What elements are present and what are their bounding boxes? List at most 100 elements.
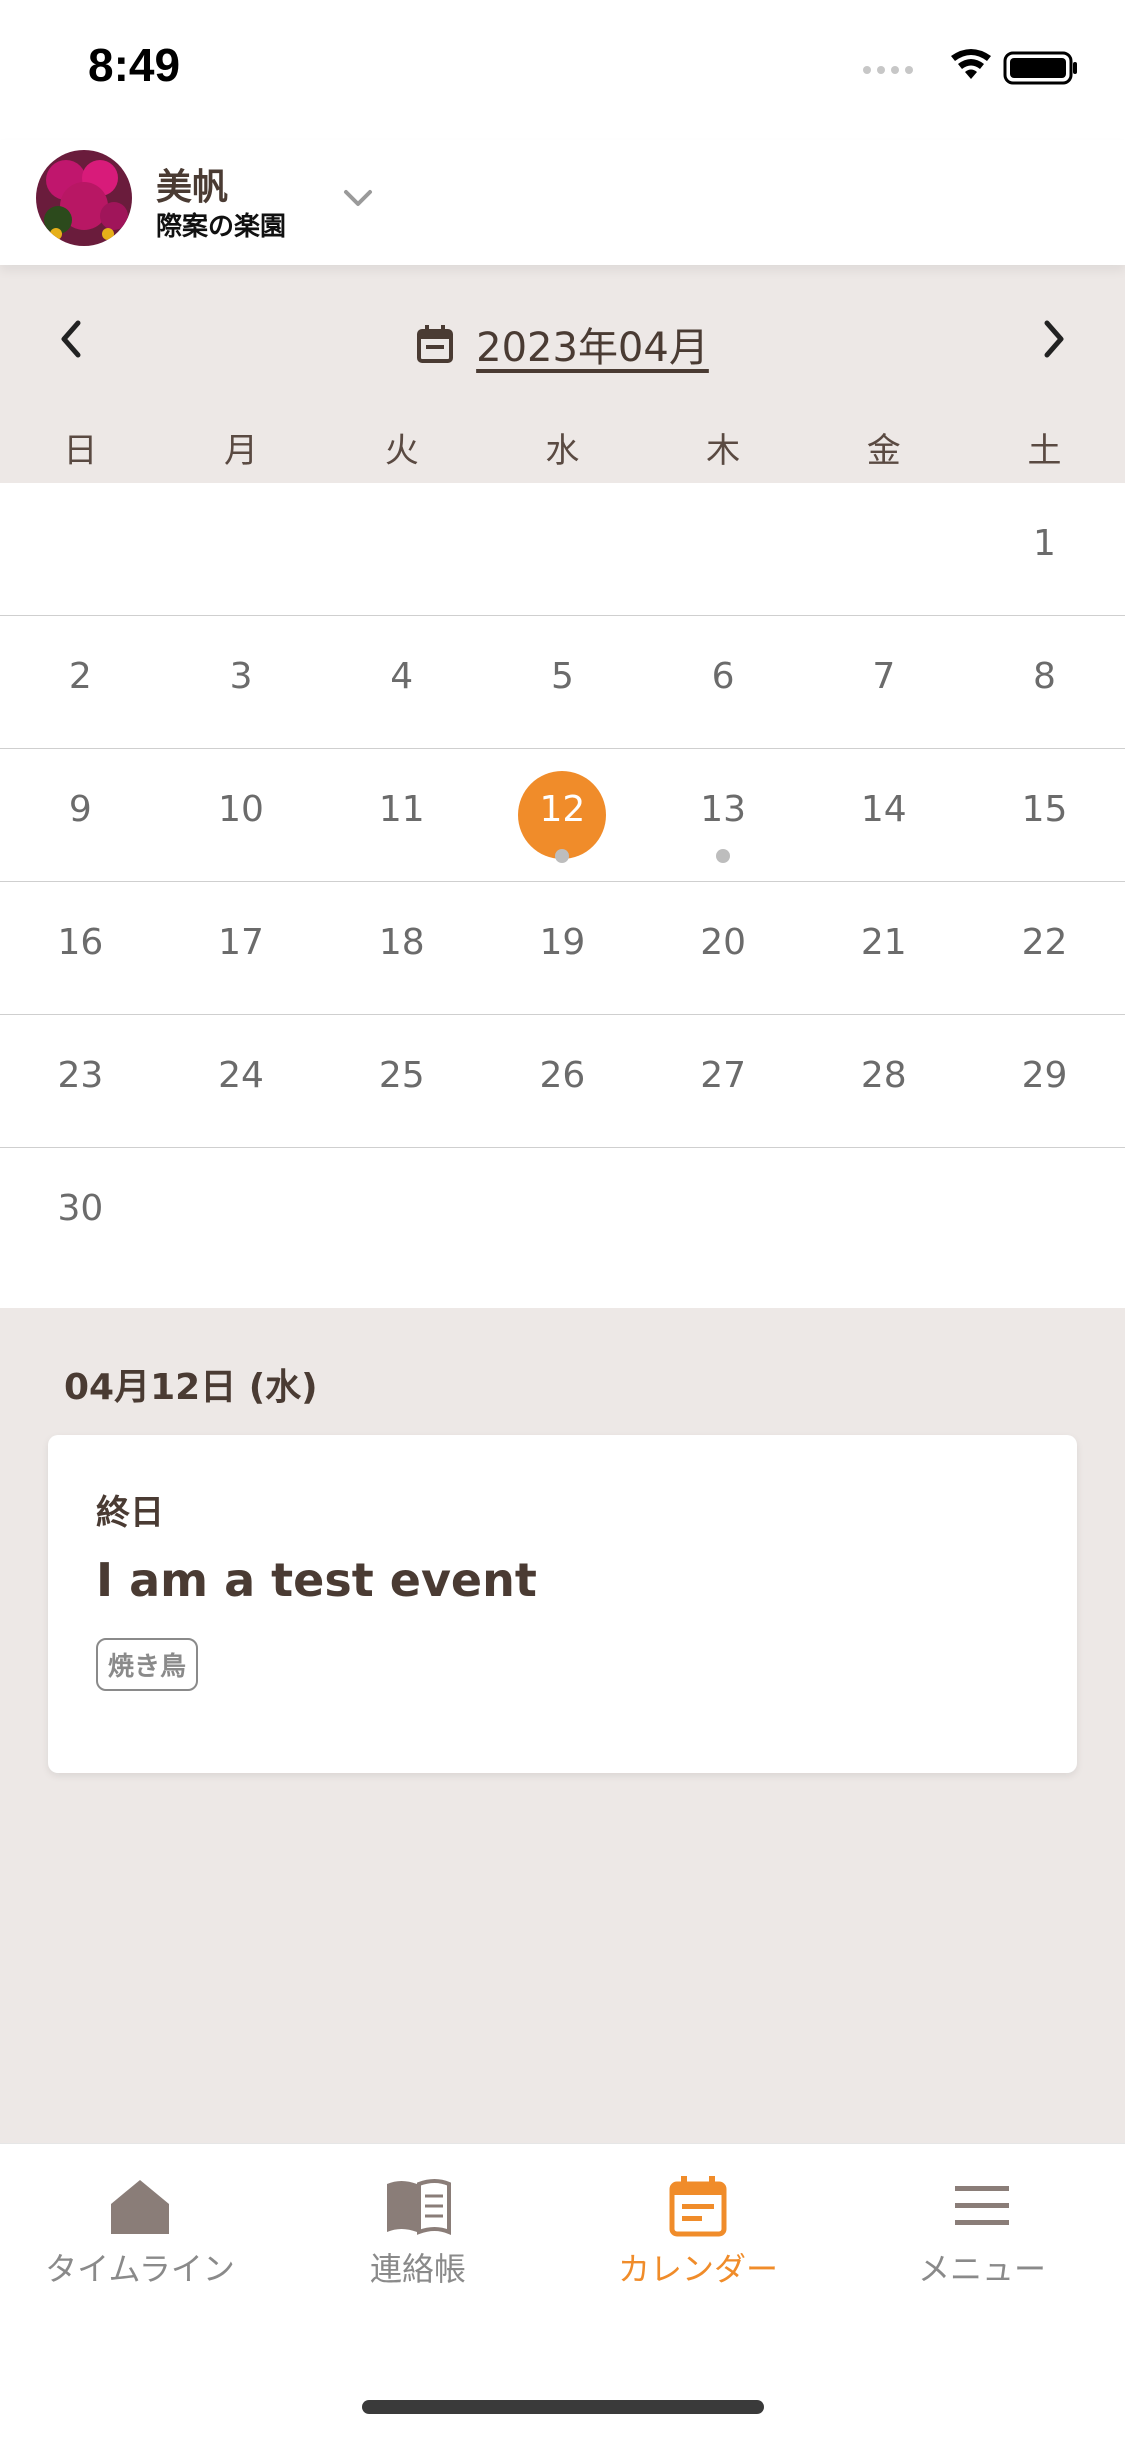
calendar-day-cell[interactable]: 19 [482, 882, 643, 1014]
day-number: 8 [1033, 656, 1056, 697]
calendar-day-cell[interactable]: 15 [964, 749, 1125, 881]
day-number: 25 [378, 1055, 425, 1096]
tab-timeline[interactable]: タイムライン [0, 2174, 280, 2290]
calendar-day-cell[interactable]: 29 [964, 1015, 1125, 1147]
next-month-button[interactable] [1029, 315, 1077, 363]
calendar-day-cell[interactable]: 30 [0, 1148, 161, 1293]
calendar-empty-cell [161, 1148, 322, 1293]
day-number: 4 [390, 656, 414, 697]
calendar-day-cell[interactable]: 6 [643, 616, 804, 748]
calendar-day-cell[interactable]: 12 [482, 749, 643, 881]
chevron-right-icon [1044, 320, 1064, 358]
calendar-day-cell[interactable]: 26 [482, 1015, 643, 1147]
event-title: I am a test event [96, 1553, 537, 1607]
calendar-day-cell[interactable]: 24 [161, 1015, 322, 1147]
day-number: 28 [860, 1055, 907, 1096]
day-number: 10 [218, 789, 264, 830]
calendar-week-row: 9 10 11 12 13 14 15 [0, 749, 1125, 882]
child-name: 美帆 [156, 167, 229, 208]
calendar-day-cell[interactable]: 16 [0, 882, 161, 1014]
day-number: 14 [860, 789, 907, 830]
calendar-day-cell[interactable]: 23 [0, 1015, 161, 1147]
day-number: 23 [57, 1055, 104, 1096]
chevron-down-icon[interactable] [340, 180, 376, 216]
day-number: 3 [229, 656, 253, 697]
child-switcher-header[interactable]: 美帆 際案の楽園 [0, 140, 1125, 265]
calendar-day-cell[interactable]: 17 [161, 882, 322, 1014]
event-dot [716, 849, 731, 863]
weekday-label: 月 [224, 431, 259, 471]
calendar-empty-cell [803, 1148, 964, 1293]
calendar-day-cell[interactable]: 18 [321, 882, 482, 1014]
calendar-day-cell[interactable]: 7 [803, 616, 964, 748]
event-card[interactable]: 終日 I am a test event 焼き鳥 [48, 1435, 1077, 1773]
selected-date-title: 04月12日 (水) [64, 1367, 318, 1408]
day-number: 1 [1033, 523, 1056, 564]
calendar-day-cell[interactable]: 2 [0, 616, 161, 748]
school-name: 際案の楽園 [156, 212, 287, 242]
day-number: 2 [68, 656, 92, 697]
calendar-day-cell[interactable]: 5 [482, 616, 643, 748]
events-panel: 04月12日 (水) 終日 I am a test event 焼き鳥 [0, 1308, 1125, 2143]
calendar-day-cell[interactable]: 21 [803, 882, 964, 1014]
calendar-day-cell[interactable]: 28 [803, 1015, 964, 1147]
calendar-day-cell[interactable]: 1 [964, 483, 1125, 615]
tab-label: 連絡帳 [369, 2250, 466, 2288]
day-number: 30 [57, 1188, 104, 1229]
weekday-label: 水 [545, 431, 580, 471]
calendar-day-cell[interactable]: 27 [643, 1015, 804, 1147]
signal-icon [863, 66, 913, 74]
calendar-day-cell[interactable]: 9 [0, 749, 161, 881]
tab-label: カレンダー [617, 2250, 778, 2288]
status-bar: 8:49 [0, 0, 1125, 140]
calendar-day-cell[interactable]: 25 [321, 1015, 482, 1147]
tab-calendar[interactable]: カレンダー [558, 2174, 838, 2290]
calendar-empty-cell [643, 483, 804, 615]
calendar-day-cell[interactable]: 8 [964, 616, 1125, 748]
calendar-day-cell[interactable]: 4 [321, 616, 482, 748]
calendar-empty-cell [321, 1148, 482, 1293]
day-number: 13 [700, 789, 746, 830]
day-number: 29 [1021, 1055, 1068, 1096]
battery-icon [1003, 51, 1077, 85]
calendar-day-cell[interactable]: 11 [321, 749, 482, 881]
home-icon [111, 2180, 169, 2234]
day-number: 12 [539, 789, 586, 830]
avatar[interactable] [36, 150, 132, 246]
calendar-day-cell[interactable]: 3 [161, 616, 322, 748]
calendar-week-row: 2 3 4 5 6 7 8 [0, 616, 1125, 749]
wifi-icon [951, 49, 991, 79]
calendar-week-row: 23 24 25 26 27 28 29 [0, 1015, 1125, 1148]
weekday-label: 木 [706, 431, 741, 471]
day-number: 24 [218, 1055, 264, 1096]
weekday-label: 日 [63, 431, 98, 471]
day-number: 11 [378, 789, 425, 830]
calendar-empty-cell [0, 483, 161, 615]
calendar-empty-cell [161, 483, 322, 615]
calendar-icon [417, 325, 454, 363]
calendar-day-cell[interactable]: 20 [643, 882, 804, 1014]
calendar-day-cell[interactable]: 10 [161, 749, 322, 881]
status-icons [863, 49, 1077, 85]
day-number: 27 [700, 1055, 746, 1096]
calendar-day-cell[interactable]: 14 [803, 749, 964, 881]
month-picker[interactable]: 2023年04月 [416, 315, 709, 373]
weekday-label: 火 [384, 431, 419, 471]
calendar-empty-cell [964, 1148, 1125, 1293]
calendar-week-row: 30 [0, 1148, 1125, 1293]
day-number: 6 [711, 656, 735, 697]
weekday-label: 土 [1027, 431, 1062, 471]
day-number: 17 [218, 922, 264, 963]
calendar-day-cell[interactable]: 22 [964, 882, 1125, 1014]
day-number: 7 [872, 656, 896, 697]
calendar-week-row: 16 17 18 19 20 21 22 [0, 882, 1125, 1015]
tab-menu[interactable]: メニュー [842, 2174, 1122, 2290]
tab-contact-book[interactable]: 連絡帳 [278, 2174, 558, 2290]
day-number: 20 [700, 922, 746, 963]
day-number: 21 [860, 922, 907, 963]
book-icon [387, 2179, 451, 2236]
day-number: 19 [539, 922, 586, 963]
flower-photo [36, 150, 132, 246]
calendar-day-cell[interactable]: 13 [643, 749, 804, 881]
tab-bar: タイムライン 連絡帳 カレンダー メニュー [0, 2143, 1125, 2437]
